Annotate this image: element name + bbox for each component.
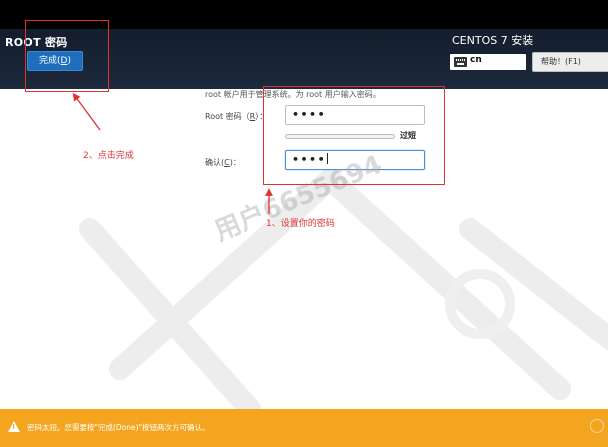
status-bar[interactable]: 密码太短。您需要按"完成(Done)"按钮两次方可确认。 [0, 409, 608, 447]
installer-screen: ROOT 密码 完成(D) CENTOS 7 安装 cn 帮助！(F1) roo… [0, 0, 608, 447]
status-indicator [590, 419, 604, 433]
warning-icon [8, 421, 20, 432]
annotation-step-2: 2、点击完成 [83, 151, 134, 161]
status-message: 密码太短。您需要按"完成(Done)"按钮两次方可确认。 [27, 423, 210, 432]
arrow-to-done [72, 92, 101, 131]
annotation-step-1: 1、设置你的密码 [266, 219, 335, 229]
